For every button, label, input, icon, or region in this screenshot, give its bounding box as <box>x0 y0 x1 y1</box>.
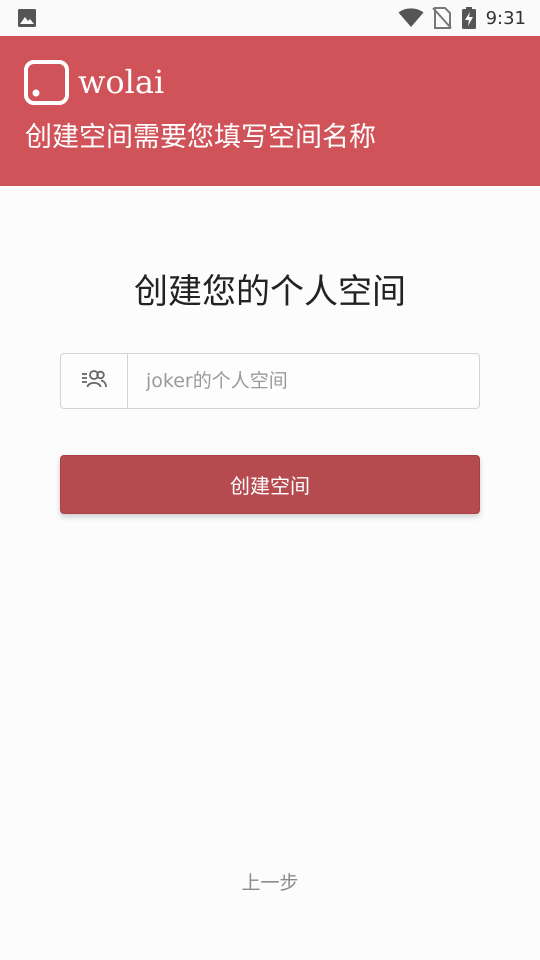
wifi-icon <box>398 8 424 28</box>
clock-time: 9:31 <box>485 7 526 29</box>
input-addon <box>61 354 128 408</box>
wolai-logo-icon <box>24 60 69 105</box>
header-subtitle: 创建空间需要您填写空间名称 <box>25 122 376 153</box>
status-icons: 9:31 <box>398 0 526 36</box>
image-icon <box>18 9 36 27</box>
header-banner: wolai 创建空间需要您填写空间名称 <box>0 36 540 186</box>
page-title: 创建您的个人空间 <box>134 272 406 312</box>
status-bar: 9:31 <box>0 0 540 36</box>
team-icon <box>81 368 107 394</box>
create-space-button[interactable]: 创建空间 <box>60 455 480 514</box>
space-name-input-group <box>60 353 480 409</box>
previous-step-link[interactable]: 上一步 <box>0 868 540 895</box>
brand-name: wolai <box>78 63 165 101</box>
space-name-input[interactable] <box>128 354 479 408</box>
battery-charging-icon <box>461 7 476 29</box>
no-sim-icon <box>431 7 452 29</box>
